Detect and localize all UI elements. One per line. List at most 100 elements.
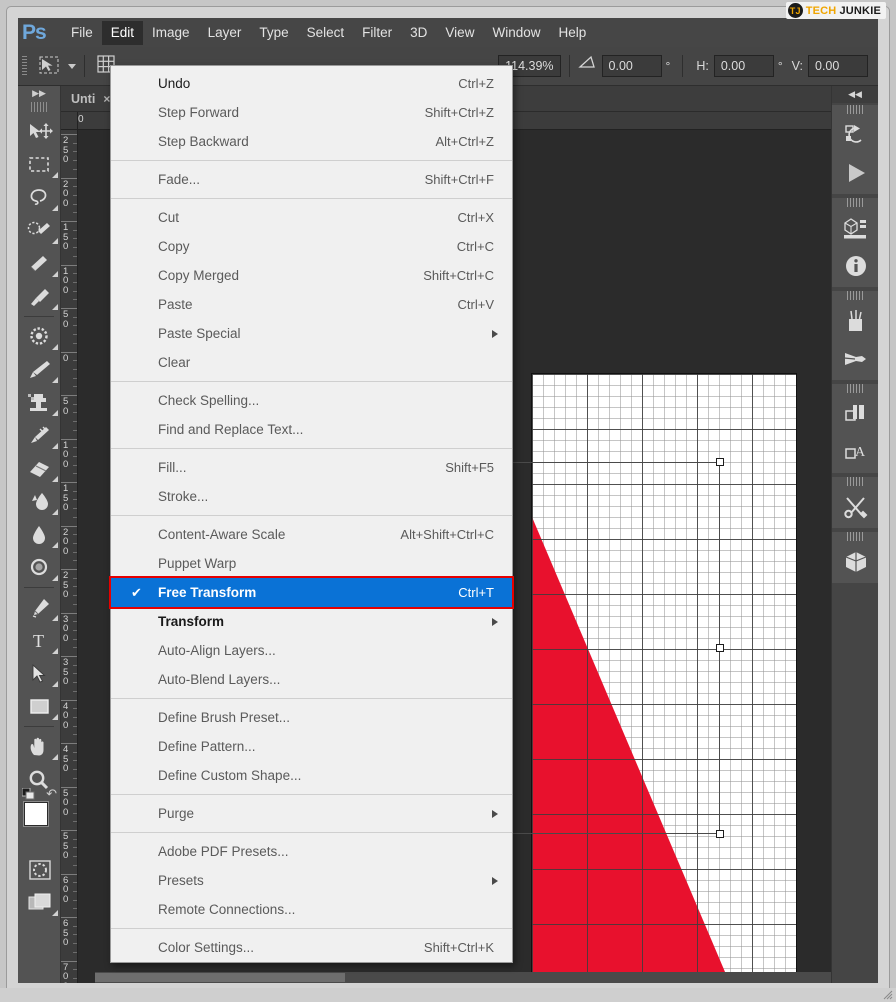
dock-collapse-button[interactable]: ◀◀ bbox=[832, 86, 878, 103]
menu-item-step-forward[interactable]: Step Forward Shift+Ctrl+Z bbox=[111, 98, 512, 127]
options-bar-grip[interactable] bbox=[22, 56, 27, 76]
menu-item-label: Check Spelling... bbox=[158, 393, 260, 408]
brushes-panel-icon[interactable] bbox=[832, 302, 878, 340]
clone-stamp-tool[interactable] bbox=[18, 386, 61, 419]
menu-item-color-settings[interactable]: Color Settings... Shift+Ctrl+K bbox=[111, 933, 512, 962]
dock-group-grip-6[interactable] bbox=[846, 532, 864, 541]
horizontal-type-tool[interactable]: T bbox=[18, 624, 61, 657]
menu-item-find-and-replace-text[interactable]: Find and Replace Text... bbox=[111, 415, 512, 444]
menu-item-content-aware-scale[interactable]: Content-Aware Scale Alt+Shift+Ctrl+C bbox=[111, 520, 512, 549]
menu-item-fade[interactable]: Fade... Shift+Ctrl+F bbox=[111, 165, 512, 194]
menu-item-transform[interactable]: Transform bbox=[111, 607, 512, 636]
swap-colors-icon[interactable]: ↶ bbox=[46, 786, 57, 802]
window-resize-grip-icon[interactable] bbox=[883, 990, 893, 1000]
menu-file[interactable]: File bbox=[62, 21, 102, 45]
ruler-corner[interactable] bbox=[61, 112, 78, 130]
rectangular-marquee-tool[interactable] bbox=[18, 148, 61, 181]
canvas-scrollbar-thumb[interactable] bbox=[95, 973, 345, 982]
dock-group-grip-2[interactable] bbox=[846, 198, 864, 207]
menu-item-adobe-pdf-presets[interactable]: Adobe PDF Presets... bbox=[111, 837, 512, 866]
menu-item-define-pattern[interactable]: Define Pattern... bbox=[111, 732, 512, 761]
history-panel-icon[interactable] bbox=[832, 116, 878, 154]
brush-presets-panel-icon[interactable] bbox=[832, 340, 878, 378]
quick-selection-tool[interactable] bbox=[18, 214, 61, 247]
menu-item-check-spelling[interactable]: Check Spelling... bbox=[111, 386, 512, 415]
dock-group-grip-5[interactable] bbox=[846, 477, 864, 486]
horizontal-skew-field[interactable]: 0.00 bbox=[713, 55, 774, 77]
menu-view[interactable]: View bbox=[436, 21, 483, 45]
3d-cube-panel-icon[interactable] bbox=[832, 543, 878, 581]
quick-mask-button[interactable] bbox=[18, 853, 61, 886]
actions-play-icon[interactable] bbox=[832, 154, 878, 192]
move-tool[interactable] bbox=[18, 115, 61, 148]
tool-presets-panel-icon[interactable] bbox=[832, 488, 878, 526]
menu-3d[interactable]: 3D bbox=[401, 21, 436, 45]
menu-item-cut[interactable]: Cut Ctrl+X bbox=[111, 203, 512, 232]
menu-item-puppet-warp[interactable]: Puppet Warp bbox=[111, 549, 512, 578]
menu-edit[interactable]: Edit bbox=[101, 20, 144, 45]
menu-item-define-brush-preset[interactable]: Define Brush Preset... bbox=[111, 703, 512, 732]
lasso-tool[interactable] bbox=[18, 181, 61, 214]
vertical-skew-field[interactable]: 0.00 bbox=[808, 55, 868, 77]
3d-panel-icon[interactable] bbox=[832, 209, 878, 247]
dock-group-grip-4[interactable] bbox=[846, 384, 864, 393]
menu-select[interactable]: Select bbox=[298, 21, 354, 45]
pen-tool[interactable] bbox=[18, 591, 61, 624]
blur-tool[interactable] bbox=[18, 518, 61, 551]
menu-item-fill[interactable]: Fill... Shift+F5 bbox=[111, 453, 512, 482]
menu-item-remote-connections[interactable]: Remote Connections... bbox=[111, 895, 512, 924]
dodge-tool[interactable] bbox=[18, 551, 61, 584]
path-selection-tool[interactable] bbox=[18, 657, 61, 690]
menu-item-purge[interactable]: Purge bbox=[111, 799, 512, 828]
character-styles-panel-icon[interactable]: A bbox=[832, 433, 878, 471]
menu-item-free-transform[interactable]: ✔ Free Transform Ctrl+T bbox=[109, 576, 514, 609]
screen-mode-button[interactable] bbox=[18, 886, 61, 919]
crop-tool[interactable] bbox=[18, 247, 61, 280]
menu-image[interactable]: Image bbox=[143, 21, 199, 45]
current-tool-icon[interactable] bbox=[34, 54, 68, 78]
toolbar-grip[interactable] bbox=[31, 102, 47, 112]
history-brush-tool[interactable] bbox=[18, 419, 61, 452]
transform-handle-top-right[interactable] bbox=[716, 458, 724, 466]
edit-dropdown-menu[interactable]: Undo Ctrl+Z Step Forward Shift+Ctrl+Z Step B… bbox=[109, 65, 514, 963]
menu-type[interactable]: Type bbox=[250, 21, 297, 45]
menu-item-step-backward[interactable]: Step Backward Alt+Ctrl+Z bbox=[111, 127, 512, 156]
hand-tool[interactable] bbox=[18, 730, 61, 763]
eyedropper-tool[interactable] bbox=[18, 280, 61, 313]
menu-filter[interactable]: Filter bbox=[353, 21, 401, 45]
menu-help[interactable]: Help bbox=[549, 21, 595, 45]
menu-item-copy[interactable]: Copy Ctrl+C bbox=[111, 232, 512, 261]
info-panel-icon[interactable] bbox=[832, 247, 878, 285]
menu-item-paste-special[interactable]: Paste Special bbox=[111, 319, 512, 348]
menu-item-paste[interactable]: Paste Ctrl+V bbox=[111, 290, 512, 319]
layer-comps-panel-icon[interactable] bbox=[832, 395, 878, 433]
vertical-ruler[interactable]: 250 200 150 100 50 0 50 100 150 200 250 300 350 400 45… bbox=[61, 130, 78, 983]
dock-group-grip[interactable] bbox=[846, 105, 864, 114]
menu-item-auto-align-layers[interactable]: Auto-Align Layers... bbox=[111, 636, 512, 665]
menu-window[interactable]: Window bbox=[483, 21, 549, 45]
menu-layer[interactable]: Layer bbox=[199, 21, 251, 45]
menu-item-clear[interactable]: Clear bbox=[111, 348, 512, 377]
dock-group-grip-3[interactable] bbox=[846, 291, 864, 300]
foreground-color-swatch[interactable] bbox=[24, 802, 48, 826]
transform-handle-middle-right[interactable] bbox=[716, 644, 724, 652]
brush-tool[interactable] bbox=[18, 353, 61, 386]
menu-item-undo[interactable]: Undo Ctrl+Z bbox=[111, 69, 512, 98]
gradient-tool[interactable] bbox=[18, 485, 61, 518]
rectangle-tool[interactable] bbox=[18, 690, 61, 723]
default-colors-icon[interactable] bbox=[21, 787, 35, 800]
eraser-tool[interactable] bbox=[18, 452, 61, 485]
spot-healing-brush-tool[interactable] bbox=[18, 320, 61, 353]
toolbar-collapse-button[interactable]: ▶▶ bbox=[18, 86, 60, 101]
menu-item-stroke[interactable]: Stroke... bbox=[111, 482, 512, 511]
menu-item-copy-merged[interactable]: Copy Merged Shift+Ctrl+C bbox=[111, 261, 512, 290]
menu-item-define-custom-shape[interactable]: Define Custom Shape... bbox=[111, 761, 512, 790]
menu-item-auto-blend-layers[interactable]: Auto-Blend Layers... bbox=[111, 665, 512, 694]
menu-item-shortcut: Alt+Ctrl+Z bbox=[435, 134, 494, 149]
tool-preset-chevron-down-icon[interactable] bbox=[68, 63, 76, 69]
angle-field[interactable]: 0.00 bbox=[601, 55, 662, 77]
document-canvas[interactable] bbox=[312, 374, 796, 979]
transform-handle-bottom-right[interactable] bbox=[716, 830, 724, 838]
menu-item-presets[interactable]: Presets bbox=[111, 866, 512, 895]
canvas-horizontal-scrollbar[interactable] bbox=[95, 972, 831, 983]
